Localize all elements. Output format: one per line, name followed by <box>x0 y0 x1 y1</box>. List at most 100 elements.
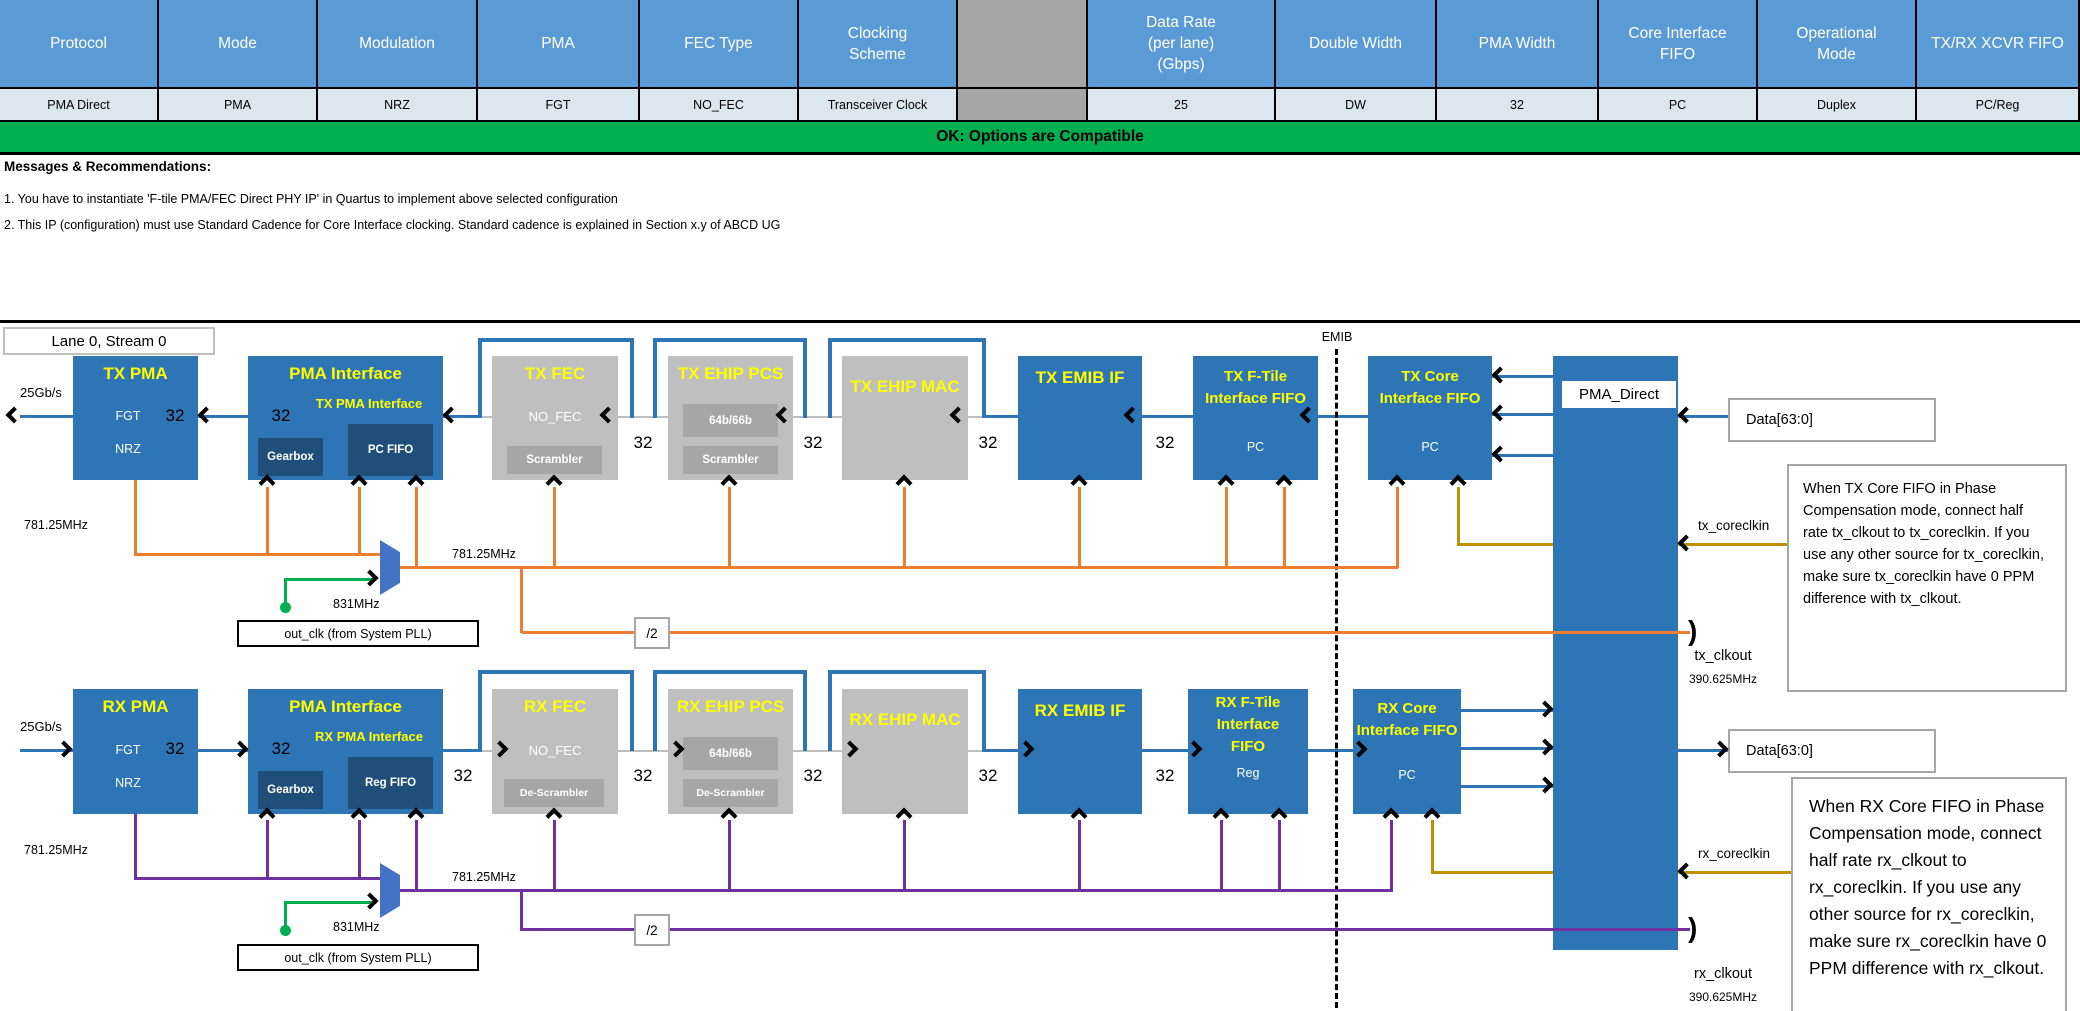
tx-pma-clock-riser <box>134 480 137 556</box>
value-pma[interactable]: FGT <box>478 87 640 120</box>
tx-pma-if-width: 32 <box>266 406 296 426</box>
header-fec-type: FEC Type <box>640 0 799 87</box>
header-modulation: Modulation <box>318 0 478 87</box>
value-pma-width[interactable]: 32 <box>1437 87 1599 120</box>
tx-coreclkin-riser <box>1457 487 1460 546</box>
rx-core-fifo-mode: PC <box>1353 768 1461 782</box>
rx-gearbox-subblock: Gearbox <box>258 771 323 809</box>
header-label: Modulation <box>359 33 435 54</box>
rx-coreclkin-riser <box>1431 820 1434 874</box>
header-label: FEC Type <box>684 33 753 54</box>
value-core-interface-fifo[interactable]: PC <box>1599 87 1758 120</box>
emib-boundary-line <box>1335 349 1338 1008</box>
tx-line-rate-label: 25Gb/s <box>20 385 62 400</box>
tx-scrambler-subblock: Scrambler <box>507 446 602 474</box>
rx-bypass-entry <box>443 749 482 752</box>
tx-bypass-over-pcs <box>653 338 807 342</box>
rx-pma-width: 32 <box>160 739 190 759</box>
rx-clock-col <box>415 820 418 891</box>
emib-label: EMIB <box>1309 330 1365 344</box>
tx-core-fifo-title1: TX Core <box>1368 368 1492 385</box>
header-label: Mode <box>218 33 257 54</box>
tx-serial-arrow <box>6 407 23 424</box>
tx-pmadirect-arrow3 <box>1492 446 1509 463</box>
tx-pma-interface-subtitle: TX PMA Interface <box>300 396 438 411</box>
tx-div2-box: /2 <box>634 617 670 649</box>
rx-clock-col <box>1278 820 1281 891</box>
tx-note-box: When TX Core FIFO in Phase Compensation … <box>1787 464 2067 692</box>
rx-freq-label-right: 781.25MHz <box>452 870 516 884</box>
rx-coreclkin-label: rx_coreclkin <box>1698 846 1770 861</box>
value-operational-mode[interactable]: Duplex <box>1758 87 1917 120</box>
rx-pma-if-width: 32 <box>266 739 296 759</box>
tx-clock-col <box>358 487 361 555</box>
header-label: Clocking Scheme <box>830 23 926 65</box>
message-item-1: 1. You have to instantiate 'F-tile PMA/F… <box>4 192 618 206</box>
tx-clkout-freq: 390.625MHz <box>1668 672 1778 686</box>
rx-clock-col <box>553 820 556 891</box>
value-double-width[interactable]: DW <box>1276 87 1437 120</box>
value-clocking-scheme[interactable]: Transceiver Clock <box>799 87 958 120</box>
tx-link-ftile-core <box>1318 415 1368 418</box>
header-txrx-xcvr-fifo: TX/RX XCVR FIFO <box>1917 0 2080 87</box>
header-protocol: Protocol <box>0 0 159 87</box>
tx-clock-col <box>553 487 556 568</box>
tx-bypass-over-fec <box>478 338 634 342</box>
tx-data-bus-box: Data[63:0] <box>1728 398 1936 442</box>
value-data-rate[interactable]: 25 <box>1088 87 1276 120</box>
tx-clock-col <box>903 487 906 568</box>
header-clocking-scheme: Clocking Scheme <box>799 0 958 87</box>
value-modulation[interactable]: NRZ <box>318 87 478 120</box>
tx-emib-if-title: TX EMIB IF <box>1018 368 1142 388</box>
tx-clock-col <box>1225 487 1228 568</box>
message-item-2: 2. This IP (configuration) must use Stan… <box>4 218 780 232</box>
rx-descrambler-subblock: De-Scrambler <box>504 779 604 807</box>
tx-core-fifo-title2: Interface FIFO <box>1368 390 1492 407</box>
tx-bypass-riser <box>630 338 634 418</box>
tx-fec-mode: NO_FEC <box>492 409 618 424</box>
rx-pmadirect-arrow3 <box>1537 777 1554 794</box>
rx-bypass-riser <box>478 670 482 751</box>
header-label: Double Width <box>1309 33 1402 54</box>
rx-emib-if-title: RX EMIB IF <box>1018 701 1142 721</box>
config-tool-screen: Protocol Mode Modulation PMA FEC Type Cl… <box>0 0 2080 1011</box>
rx-data-bus-box: Data[63:0] <box>1728 729 1936 773</box>
tx-clock-col <box>1396 487 1399 568</box>
tx-coreclkin-arrow <box>1678 535 1695 552</box>
rx-link-emib-ftile <box>1142 749 1188 752</box>
header-label: TX/RX XCVR FIFO <box>1931 33 2064 54</box>
messages-heading: Messages & Recommendations: <box>4 159 211 174</box>
tx-pma-modulation: NRZ <box>73 442 183 456</box>
rx-clock-col <box>903 820 906 891</box>
lane-stream-label: Lane 0, Stream 0 <box>3 327 215 355</box>
tx-freq-label-right: 781.25MHz <box>452 547 516 561</box>
rx-pma-title: RX PMA <box>73 697 198 717</box>
tx-64b66b-subblock: 64b/66b <box>683 404 778 437</box>
value-fec-type[interactable]: NO_FEC <box>640 87 799 120</box>
header-label: PMA Width <box>1479 33 1556 54</box>
rx-core-fifo-title1: RX Core <box>1353 700 1461 717</box>
tx-clock-trunk-right <box>397 566 1398 569</box>
value-txrx-xcvr-fifo[interactable]: PC/Reg <box>1917 87 2080 120</box>
value-mode[interactable]: PMA <box>159 87 318 120</box>
header-label: Protocol <box>50 33 107 54</box>
value-protocol[interactable]: PMA Direct <box>0 87 159 120</box>
rx-ehip-pcs-title: RX EHIP PCS <box>668 697 793 717</box>
rx-freq-label-left: 781.25MHz <box>24 843 88 857</box>
rx-fec-title: RX FEC <box>492 697 618 717</box>
tx-bypass-entry-arrow <box>443 407 460 424</box>
tx-pcs-scrambler-subblock: Scrambler <box>683 446 778 474</box>
tx-gap-width: 32 <box>798 433 828 453</box>
rx-gap-width: 32 <box>798 766 828 786</box>
rx-pmadirect-arrow2 <box>1537 739 1554 756</box>
rx-fec-mode: NO_FEC <box>492 743 618 758</box>
rx-clock-col <box>1390 820 1393 891</box>
rx-div2-box: /2 <box>634 914 670 946</box>
header-pma: PMA <box>478 0 640 87</box>
tx-gap-width: 32 <box>973 433 1003 453</box>
tx-pc-fifo-subblock: PC FIFO <box>348 424 433 476</box>
rx-pll-clock-arrow <box>362 893 379 910</box>
tx-ftile-fifo-title2: Interface FIFO <box>1193 390 1318 407</box>
rx-clkout-arrow: ) <box>1688 913 1697 943</box>
tx-clkout-label: tx_clkout <box>1668 648 1778 664</box>
